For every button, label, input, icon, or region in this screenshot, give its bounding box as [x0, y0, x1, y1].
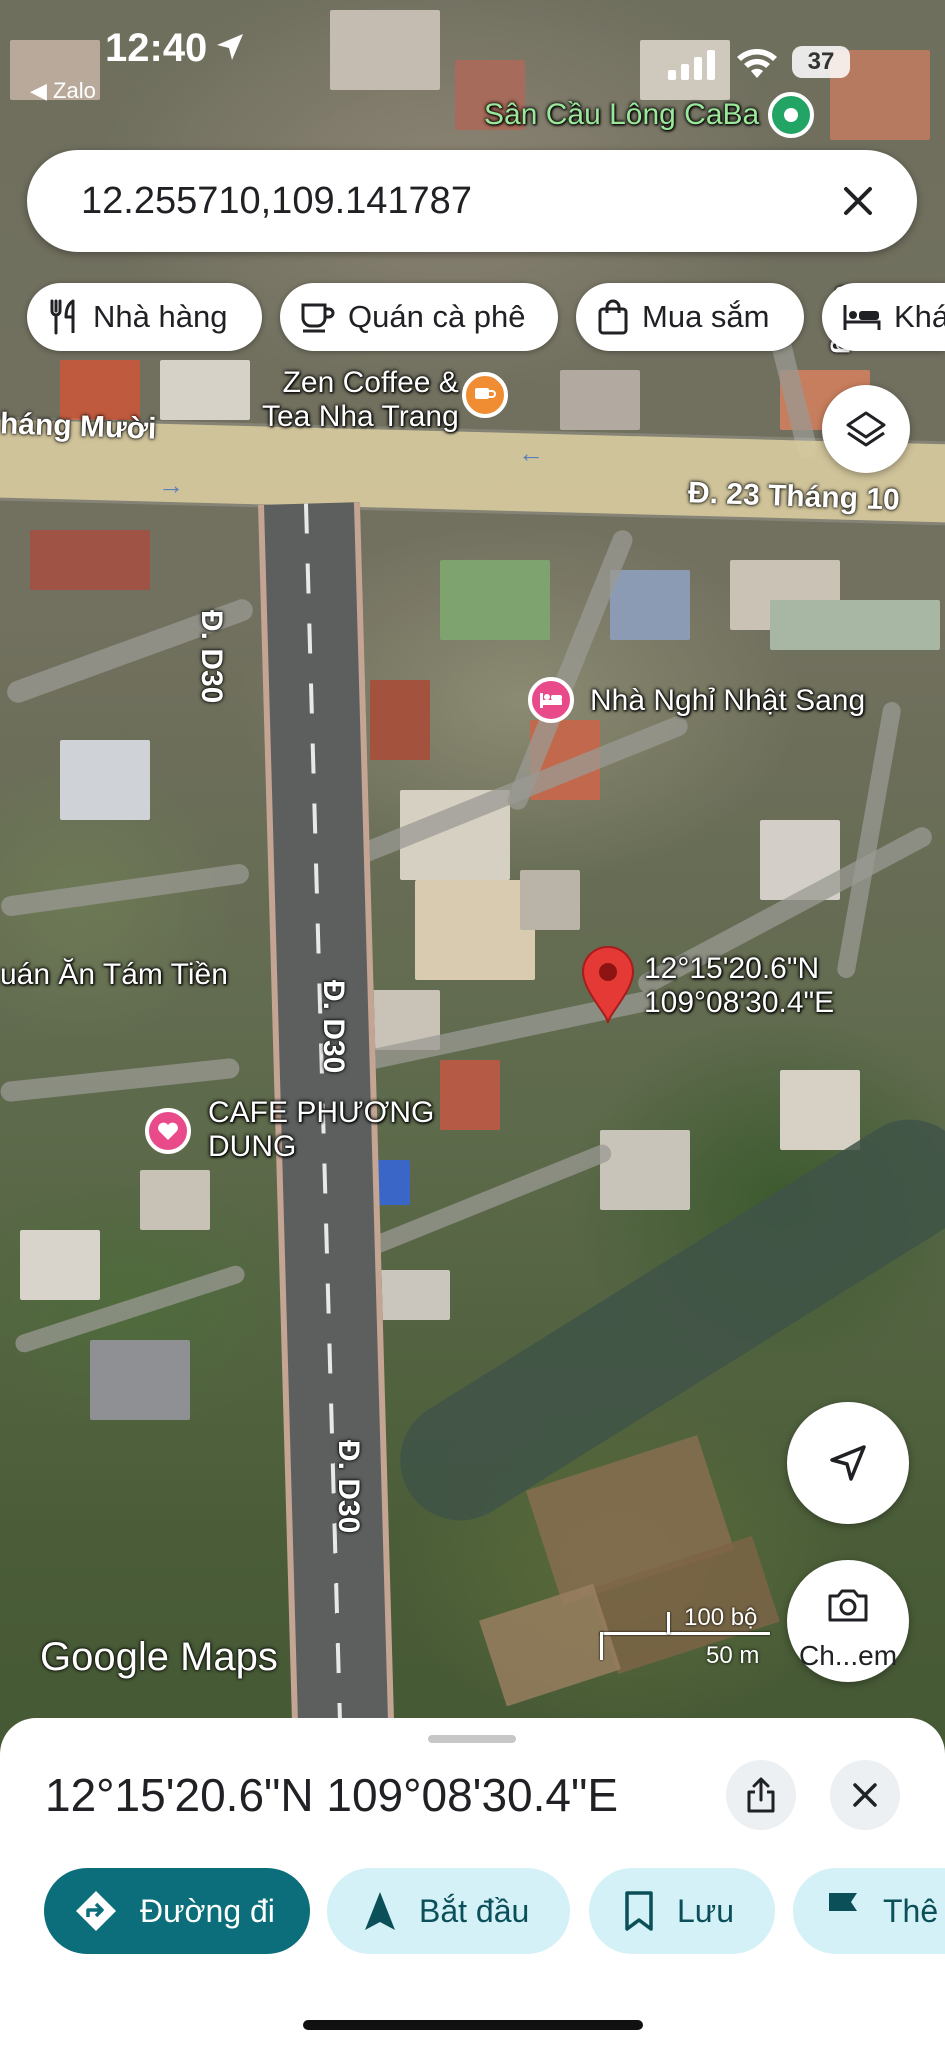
poi-label-zen-coffee[interactable]: Zen Coffee & Tea Nha Trang	[262, 366, 459, 434]
poi-label-san-cau-long[interactable]: Sân Cầu Lông CaBa	[484, 98, 759, 132]
poi-label-line: Zen Coffee &	[282, 366, 459, 399]
poi-label-line: DUNG	[208, 1130, 297, 1163]
road-direction-arrow-icon: ←	[518, 438, 544, 468]
poi-label-line: CAFE PHƯƠNG	[208, 1096, 435, 1129]
save-button[interactable]: Lưu	[589, 1868, 775, 1954]
flag-icon	[829, 1893, 857, 1930]
place-bottom-sheet[interactable]: 12°15'20.6"N 109°08'30.4"E Đường đi Bắt …	[0, 1718, 945, 2048]
coffee-cup-icon	[475, 388, 496, 399]
poi-marker-cafe-phuong-dung[interactable]	[145, 1108, 191, 1154]
road-label-d30-top: Đ. D30	[195, 610, 228, 704]
home-indicator[interactable]	[303, 2020, 643, 2030]
start-button[interactable]: Bắt đầu	[327, 1868, 570, 1954]
poi-marker-zen-coffee[interactable]	[462, 372, 508, 418]
my-location-button[interactable]	[787, 1402, 909, 1524]
add-label-button[interactable]: Thê	[793, 1868, 945, 1954]
navigation-arrow-icon	[365, 1892, 395, 1930]
close-icon	[844, 187, 872, 215]
poi-label-nha-nghi[interactable]: Nhà Nghỉ Nhật Sang	[590, 684, 865, 718]
navigation-arrow-icon	[830, 1445, 866, 1481]
bookmark-icon	[625, 1891, 653, 1931]
layers-icon	[846, 411, 886, 447]
status-time: 12:40	[105, 26, 208, 70]
cellular-signal-icon	[668, 50, 715, 80]
pin-coordinate-label: 12°15'20.6"N 109°08'30.4"E	[644, 952, 834, 1020]
wifi-icon	[737, 49, 777, 78]
close-sheet-button[interactable]	[830, 1760, 900, 1830]
poi-label-quan-an[interactable]: uán Ăn Tám Tiền	[0, 958, 228, 992]
poi-label-line: Tea Nha Trang	[262, 400, 459, 433]
location-arrow-icon	[217, 34, 243, 60]
chip-label: Quán cà phê	[348, 299, 526, 334]
location-pin-icon	[581, 945, 635, 1024]
road-label-thang-muoi: háng Mười	[0, 407, 157, 446]
search-bar[interactable]: 12.255710,109.141787	[27, 150, 917, 252]
directions-button[interactable]: Đường đi	[44, 1868, 310, 1954]
place-dot-icon	[784, 108, 798, 122]
add-label-text: Thê	[883, 1892, 939, 1929]
search-input[interactable]: 12.255710,109.141787	[81, 180, 472, 223]
start-label: Bắt đầu	[419, 1892, 530, 1929]
bed-icon	[540, 693, 562, 708]
pin-latitude: 12°15'20.6"N	[644, 952, 820, 985]
poi-label-cafe-phuong-dung[interactable]: CAFE PHƯƠNG DUNG	[208, 1096, 434, 1164]
chip-label: Mua sắm	[642, 299, 770, 334]
poi-marker-nha-nghi[interactable]	[528, 677, 574, 723]
place-title: 12°15'20.6"N 109°08'30.4"E	[45, 1769, 619, 1821]
layers-button[interactable]	[822, 385, 910, 473]
status-bar: 12:40 ◀ Zalo 37	[0, 0, 945, 103]
directions-icon	[76, 1891, 116, 1931]
back-to-app-link[interactable]: ◀ Zalo	[30, 78, 96, 104]
fork-knife-icon	[50, 299, 75, 335]
pin-longitude: 109°08'30.4"E	[644, 986, 835, 1019]
share-button[interactable]	[726, 1760, 796, 1830]
scale-feet-label: 100 bộ	[684, 1604, 758, 1631]
bed-icon	[843, 305, 881, 330]
google-maps-logo: Google Maps	[40, 1635, 278, 1679]
save-label: Lưu	[677, 1892, 735, 1929]
coffee-cup-icon	[301, 303, 335, 333]
scale-meters-label: 50 m	[706, 1642, 760, 1669]
chip-coffee[interactable]: Quán cà phê	[280, 283, 558, 351]
chip-label: Khá	[894, 299, 945, 334]
battery-level: 37	[807, 48, 835, 75]
chip-restaurants[interactable]: Nhà hàng	[27, 283, 262, 351]
sheet-drag-handle[interactable]	[428, 1735, 516, 1743]
chip-shopping[interactable]: Mua sắm	[576, 283, 804, 351]
close-icon	[853, 1783, 877, 1807]
road-label-d30-middle: Đ. D30	[317, 980, 350, 1074]
camera-icon	[828, 1589, 868, 1622]
heart-icon	[158, 1122, 178, 1140]
shopping-bag-icon	[598, 299, 628, 335]
clear-search-button[interactable]	[829, 172, 887, 230]
back-app-label: Zalo	[53, 78, 96, 103]
road-label-d30-bottom: Đ. D30	[332, 1440, 365, 1534]
chip-label: Nhà hàng	[93, 299, 228, 334]
camera-search-label: Ch...em	[798, 1640, 898, 1671]
chip-hotels[interactable]: Khá	[822, 283, 945, 351]
battery-indicator: 37	[792, 46, 850, 78]
dropped-pin[interactable]	[580, 945, 636, 1030]
directions-label: Đường đi	[140, 1892, 275, 1929]
camera-search-button[interactable]: Ch...em	[787, 1560, 909, 1682]
share-icon	[747, 1777, 775, 1813]
road-direction-arrow-icon: →	[158, 470, 184, 500]
